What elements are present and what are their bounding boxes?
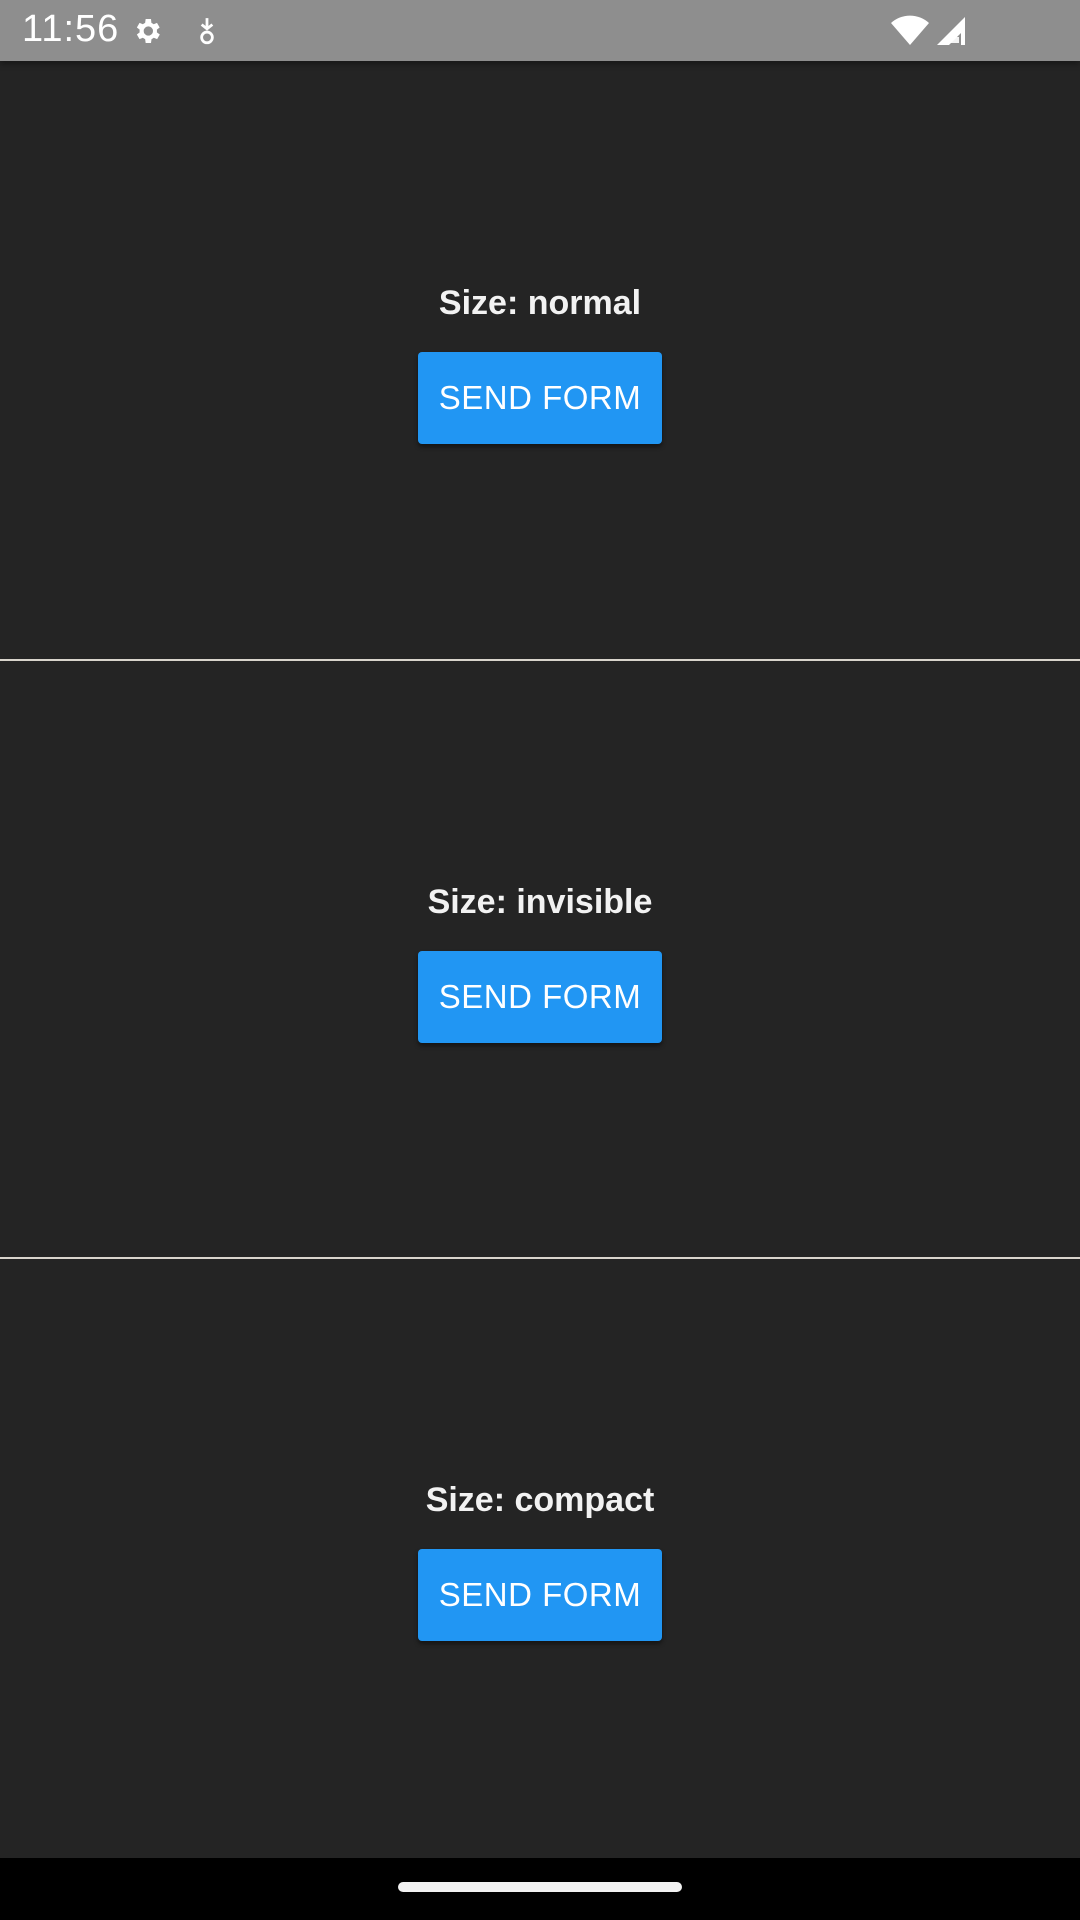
- captcha-section-compact: Size: compact SEND FORM: [0, 1477, 1080, 1641]
- status-bar: 11:56: [0, 0, 1080, 61]
- cellular-signal-icon: [934, 14, 970, 48]
- send-form-button[interactable]: SEND FORM: [418, 951, 662, 1043]
- captcha-section-normal: Size: normal SEND FORM: [0, 280, 1080, 444]
- download-indicator-icon: [190, 14, 224, 48]
- status-time: 11:56: [22, 8, 120, 50]
- size-label: Size: compact: [425, 1481, 655, 1519]
- home-gesture-handle[interactable]: [398, 1882, 682, 1892]
- size-label: Size: invisible: [427, 883, 653, 921]
- size-label: Size: normal: [438, 284, 642, 322]
- send-form-button[interactable]: SEND FORM: [418, 352, 662, 444]
- section-divider: [0, 659, 1080, 661]
- navigation-bar: [0, 1858, 1080, 1920]
- send-form-button[interactable]: SEND FORM: [418, 1549, 662, 1641]
- settings-gear-icon: [130, 14, 164, 48]
- captcha-section-invisible: Size: invisible SEND FORM: [0, 879, 1080, 1043]
- wifi-icon: [890, 14, 930, 48]
- section-divider: [0, 1257, 1080, 1259]
- app-screen: 11:56 Size: normal SEND FORM Size: invis…: [0, 0, 1080, 1920]
